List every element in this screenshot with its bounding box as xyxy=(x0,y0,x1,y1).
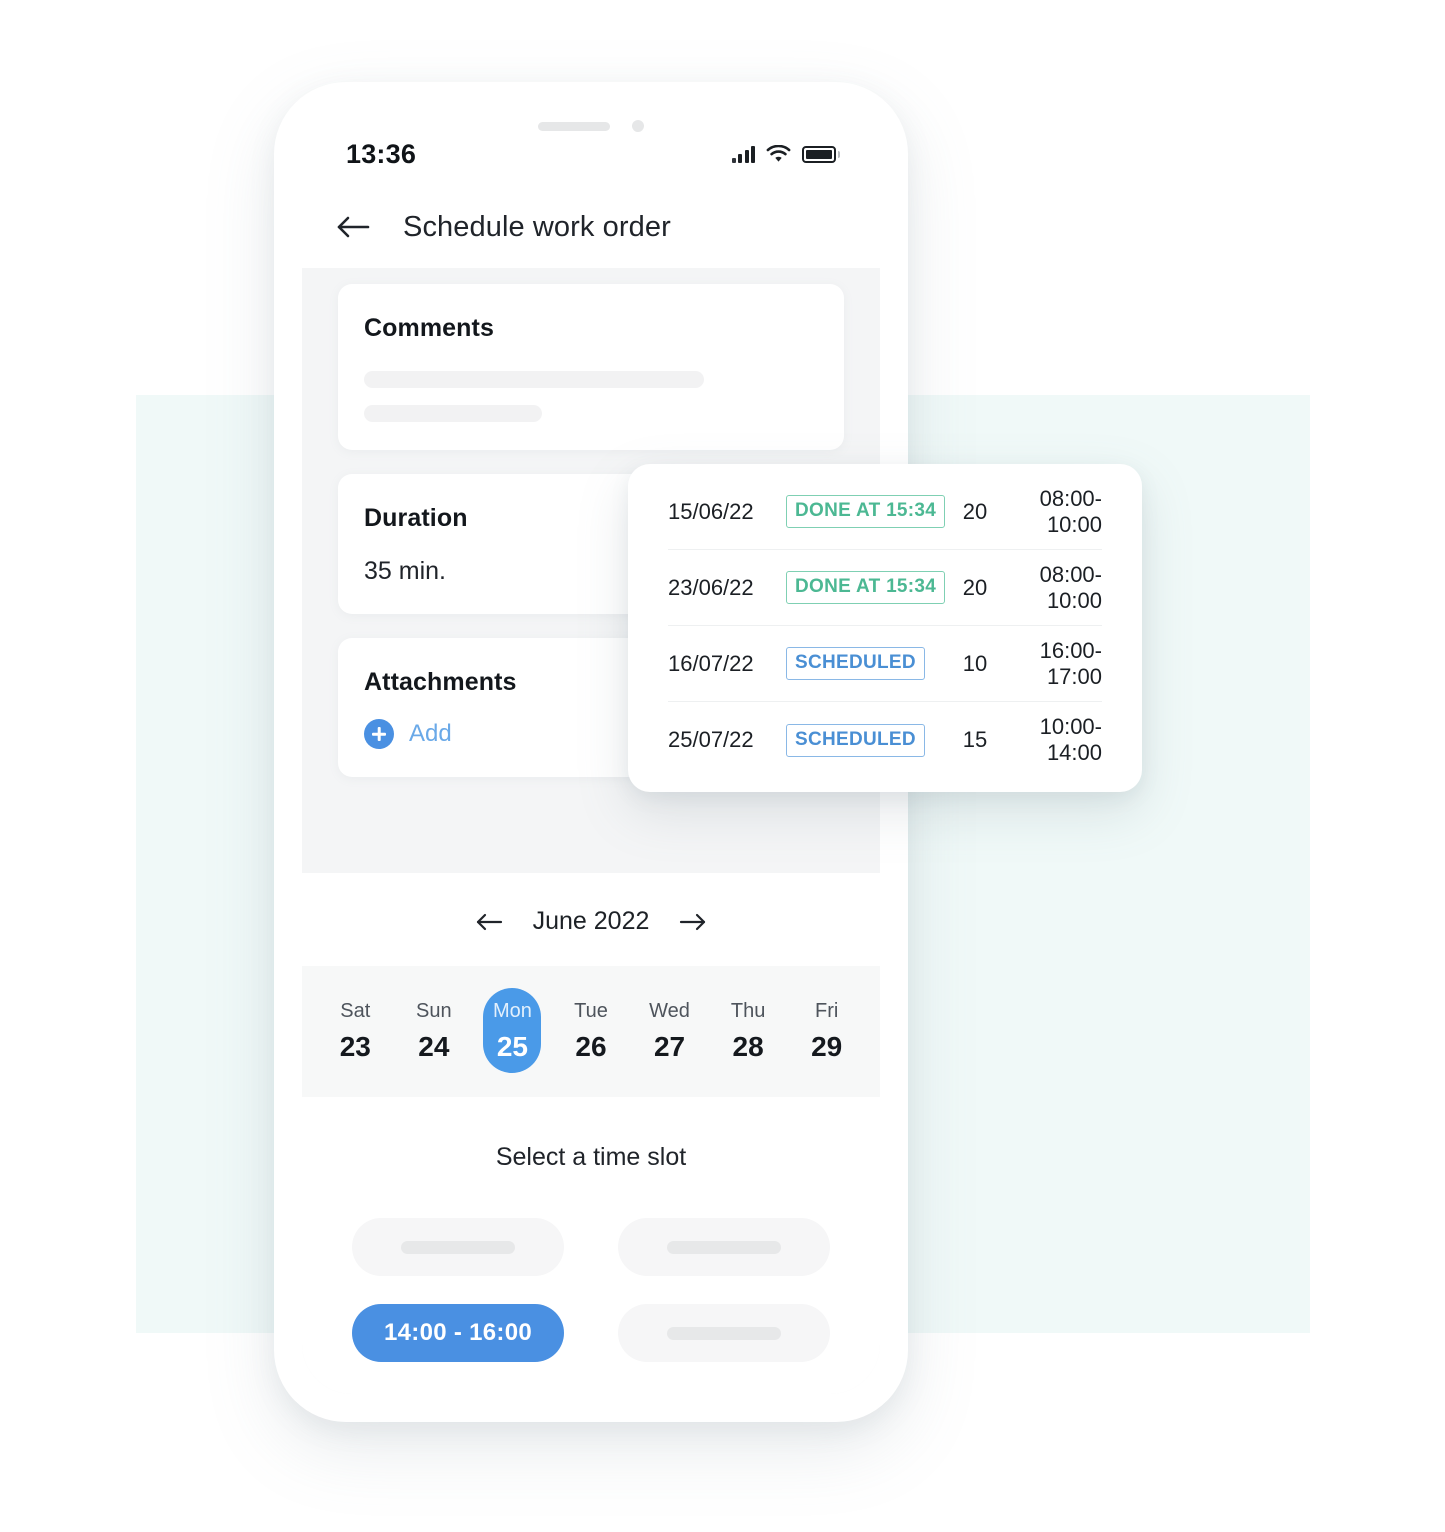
comments-placeholder-line xyxy=(364,405,542,422)
speaker-grille-icon xyxy=(538,121,610,131)
add-attachment-label: Add xyxy=(409,720,452,747)
day-of-week-label: Mon xyxy=(492,1000,532,1022)
status-badge: DONE AT 15:34 xyxy=(786,495,946,528)
month-navigation: June 2022 xyxy=(302,873,880,966)
table-row[interactable]: 15/06/22 DONE AT 15:34 20 08:00-10:00 xyxy=(668,474,1102,550)
status-badge: SCHEDULED xyxy=(786,647,925,680)
month-label: June 2022 xyxy=(532,907,650,935)
app-header: Schedule work order xyxy=(302,186,880,268)
placeholder-bar xyxy=(667,1240,781,1254)
signal-icon xyxy=(731,145,755,163)
work-order-history-panel: 15/06/22 DONE AT 15:34 20 08:00-10:00 23… xyxy=(628,464,1142,792)
table-row[interactable]: 23/06/22 DONE AT 15:34 20 08:00-10:00 xyxy=(668,550,1102,626)
battery-icon xyxy=(802,145,840,163)
row-quantity: 10 xyxy=(962,650,988,676)
row-date: 23/06/22 xyxy=(668,574,754,600)
row-status-cell: DONE AT 15:34 xyxy=(786,571,946,604)
row-status-cell: DONE AT 15:34 xyxy=(786,495,946,528)
time-slot-placeholder[interactable] xyxy=(618,1218,830,1276)
placeholder-bar xyxy=(401,1240,515,1254)
day-cell[interactable]: Fri 29 xyxy=(798,988,856,1073)
day-cell-selected[interactable]: Mon 25 xyxy=(483,988,542,1073)
row-time-range: 16:00-17:00 xyxy=(1039,637,1102,689)
plus-circle-icon xyxy=(364,719,394,749)
day-number-label: 24 xyxy=(418,1031,450,1062)
placeholder-bar xyxy=(667,1326,781,1340)
time-slot-heading: Select a time slot xyxy=(495,1143,687,1171)
day-number-label: 23 xyxy=(339,1031,371,1062)
status-bar-icons xyxy=(731,144,840,164)
time-slot-placeholder[interactable] xyxy=(618,1304,830,1362)
day-of-week-label: Wed xyxy=(649,1000,690,1022)
row-quantity: 20 xyxy=(962,498,988,524)
row-quantity: 15 xyxy=(962,727,988,752)
row-status-cell: SCHEDULED xyxy=(786,647,938,680)
phone-notch xyxy=(445,108,737,144)
time-slot-grid: 14:00 - 16:00 xyxy=(302,1218,880,1362)
row-time-range: 08:00-10:00 xyxy=(1039,485,1102,537)
day-number-label: 28 xyxy=(732,1031,764,1062)
wifi-icon xyxy=(766,144,791,162)
table-row[interactable]: 25/07/22 SCHEDULED 15 10:00-14:00 xyxy=(668,702,1102,778)
row-time-range: 08:00-10:00 xyxy=(1039,561,1102,613)
day-number-label: 29 xyxy=(811,1031,843,1062)
day-cell[interactable]: Tue 26 xyxy=(562,988,620,1073)
day-number-label: 25 xyxy=(496,1031,528,1062)
day-of-week-label: Fri xyxy=(814,1000,839,1022)
page-title: Schedule work order xyxy=(403,210,671,243)
day-cell[interactable]: Thu 28 xyxy=(719,988,777,1073)
time-slot-section: Select a time slot 14:00 - 16:00 xyxy=(302,1097,880,1394)
day-number-label: 27 xyxy=(653,1031,686,1062)
row-time-range: 10:00-14:00 xyxy=(1039,714,1102,765)
row-status-cell: SCHEDULED xyxy=(786,723,938,757)
day-cell[interactable]: Wed 27 xyxy=(641,988,699,1073)
front-camera-icon xyxy=(632,120,644,132)
comments-title: Comments xyxy=(364,314,494,342)
row-date: 15/06/22 xyxy=(668,498,754,524)
day-of-week-label: Sat xyxy=(340,1000,371,1022)
screenshot-stage: 13:36 Schedule work order Comments Durat… xyxy=(0,0,1445,1532)
scroll-content: Comments Duration 35 min. Attachments Ad… xyxy=(302,268,880,1394)
day-strip: Sat 23 Sun 24 Mon 25 Tue 26 Wed 27 Thu 2… xyxy=(302,966,880,1097)
time-slot-placeholder[interactable] xyxy=(352,1218,564,1276)
status-bar-clock: 13:36 xyxy=(346,138,417,169)
prev-month-arrow-icon[interactable] xyxy=(476,912,503,932)
day-of-week-label: Tue xyxy=(574,1000,608,1022)
day-of-week-label: Thu xyxy=(730,1000,766,1022)
row-date: 16/07/22 xyxy=(668,650,754,676)
day-cell[interactable]: Sat 23 xyxy=(326,988,384,1073)
arrow-left-icon[interactable] xyxy=(337,214,371,240)
day-number-label: 26 xyxy=(575,1031,607,1062)
next-month-arrow-icon[interactable] xyxy=(679,912,706,932)
time-slot-label: 14:00 - 16:00 xyxy=(384,1319,532,1346)
status-badge: DONE AT 15:34 xyxy=(786,571,946,604)
comments-card[interactable]: Comments xyxy=(338,284,844,450)
time-slot-selected[interactable]: 14:00 - 16:00 xyxy=(352,1304,564,1362)
table-row[interactable]: 16/07/22 SCHEDULED 10 16:00-17:00 xyxy=(668,626,1102,702)
day-of-week-label: Sun xyxy=(416,1000,452,1022)
status-badge: SCHEDULED xyxy=(786,723,925,757)
row-date: 25/07/22 xyxy=(668,727,754,752)
row-quantity: 20 xyxy=(962,574,988,600)
day-cell[interactable]: Sun 24 xyxy=(405,988,463,1073)
comments-placeholder-line xyxy=(364,371,704,388)
